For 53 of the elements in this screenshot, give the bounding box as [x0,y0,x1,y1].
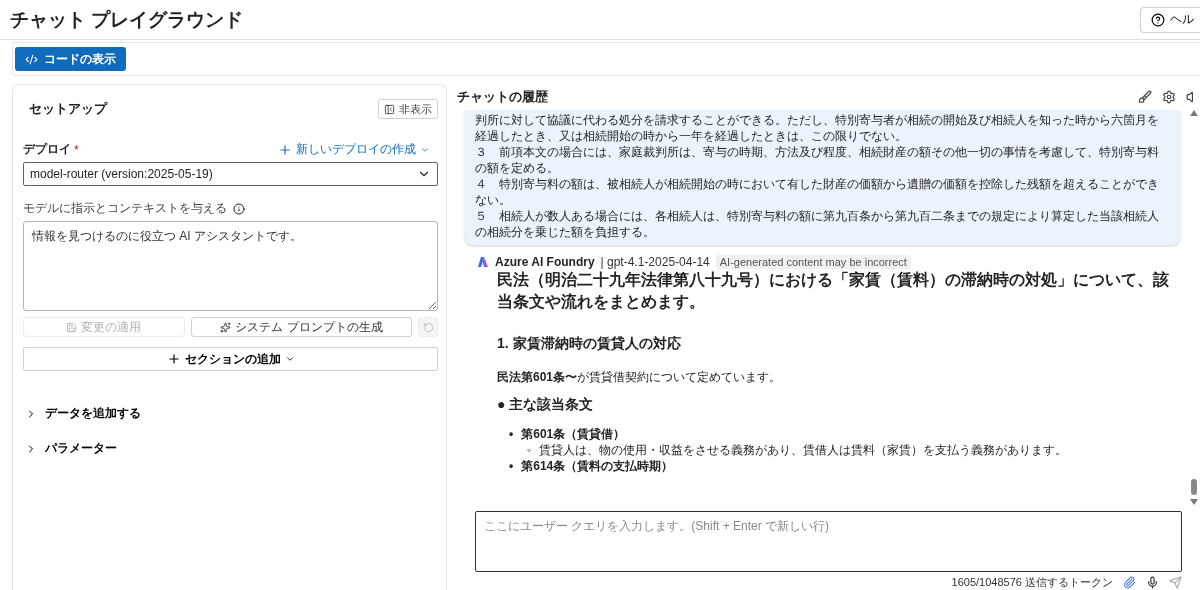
deployment-dropdown[interactable]: model-router (version:2025-05-19) [23,162,438,186]
help-icon [1151,12,1165,27]
token-count: 1605/1048576 送信するトークン [951,575,1113,590]
message-text: 判所に対して協議に代わる処分を請求することができる。ただし、特別寄与者が相続の開始及び相続人を知った時から六箇月を経過したとき、又は相続開始の時から一年を経過したときは、この限りでない。 [475,111,1160,144]
plus-icon [166,352,181,366]
bullet-mark: • [509,426,514,441]
query-input[interactable]: ここにユーザー クエリを入力します。(Shift + Enter で新しい行) [475,510,1182,572]
field-label: デプロイ [23,141,71,158]
instructions-field[interactable]: 情報を見つけるのに役立つ AI アシスタントです。 [23,221,438,311]
info-icon [233,202,245,215]
message-text: ５ 相続人が数人ある場合には、各相続人は、特別寄与料の額に第九百条から第九百二条までの規定により算定した当該相続人の相続分を乗じた額を負担する。 [475,207,1160,240]
reset-icon [422,321,434,333]
send-icon[interactable] [1169,576,1182,589]
save-icon [66,321,78,333]
paperclip-icon[interactable] [1123,576,1136,589]
list-item: 第601条（賃貸借） [521,426,626,441]
panel-title: チャットの履歴 [457,87,548,106]
scroll-down-icon[interactable] [1190,498,1198,505]
plus-icon [278,142,292,157]
source-name: Azure AI Foundry [495,254,595,269]
sparkle-icon [220,321,232,333]
bullet-mark: • [509,458,514,473]
panel-title: セットアップ [29,100,107,118]
settings-icon[interactable] [1162,89,1176,104]
code-icon [25,52,38,66]
view-code-button[interactable]: コードの表示 [15,47,126,71]
message-text: ４ 特別寄与料の額は、被相続人が相続開始の時において有した財産の価額から遺贈の価額を控除した残額を超えることができない。 [475,175,1160,208]
message-text: ３ 前項本文の場合には、家庭裁判所は、寄与の時期、方法及び程度、相続財産の額その他一切の事情を考慮して、特別寄与料の額を定める。 [475,143,1160,176]
logo-icon [477,255,489,268]
subsection-heading: ● 主な該当条文 [497,395,595,414]
scroll-thumb[interactable] [1191,478,1197,495]
list-item: 賃貸人は、物の使用・収益をさせる義務があり、賃借人は賃料（家賃）を支払う義務があります。 [539,441,1068,458]
chevron-down-icon [284,354,295,364]
response-text: 民法第601条〜が賃貸借契約について定めています。 [497,368,783,386]
add-section-button[interactable]: セクションの追加 [23,347,438,371]
accordion-header[interactable]: データを追加する [23,405,141,422]
field-label: モデルに指示とコンテキストを与える [23,200,227,217]
section-heading: 1. 家賃滞納時の賃貸人の対応 [497,334,682,353]
disclaimer-tag: AI-generated content may be incorrect [715,254,911,269]
required-mark: * [74,142,79,157]
accordion-header[interactable]: パラメーター [23,440,117,457]
response-heading: 民法（明治二十九年法律第八十九号）における「家賃（賃料）の滞納時の対処」について、該当条文や流れをまとめます。 [497,269,1170,312]
microphone-icon[interactable] [1146,576,1159,589]
model-name: | gpt-4.1-2025-04-14 [600,254,710,269]
scroll-up-icon[interactable] [1190,109,1198,116]
help-button[interactable]: ヘル [1140,6,1200,33]
list-item: 第614条（賃料の支払時期） [521,458,674,473]
page-title: チャット プレイグラウンド [10,7,244,32]
bullet-mark: ◦ [527,441,532,458]
generate-prompt-button[interactable]: システム プロンプトの生成 [190,317,412,337]
panel-icon [384,103,395,115]
hide-button[interactable]: 非表示 [378,99,438,119]
create-deployment-link[interactable]: 新しいデプロイの作成 [278,141,438,158]
